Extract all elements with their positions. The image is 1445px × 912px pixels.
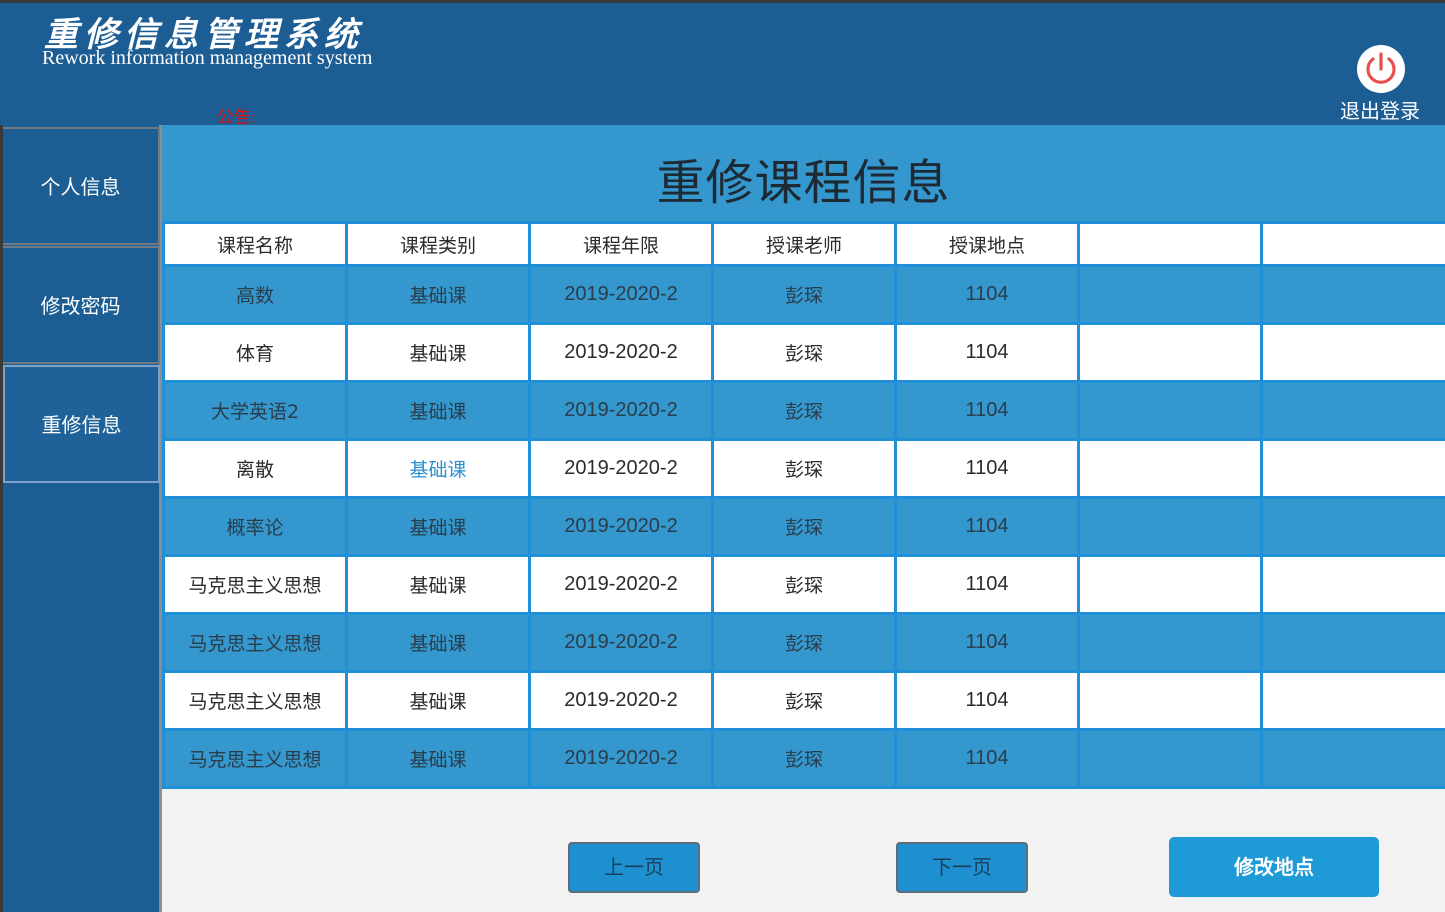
cell-course-term: 2019-2020-2 (528, 380, 714, 441)
table-row[interactable]: 马克思主义思想 基础课 2019-2020-2 彭琛 1104 (162, 554, 1445, 615)
cell-empty (1260, 554, 1445, 615)
cell-course-name: 概率论 (162, 496, 348, 557)
table-row[interactable]: 马克思主义思想 基础课 2019-2020-2 彭琛 1104 (162, 670, 1445, 731)
sidebar-item-personal-info[interactable]: 个人信息 (3, 127, 160, 245)
cell-course-name: 体育 (162, 322, 348, 383)
app-header: 重修信息管理系统 Rework information management s… (0, 0, 1445, 127)
cell-course-type: 基础课 (345, 264, 531, 325)
cell-course-name: 高数 (162, 264, 348, 325)
cell-empty (1077, 380, 1263, 441)
cell-course-name: 离散 (162, 438, 348, 499)
table-row[interactable]: 离散 基础课 2019-2020-2 彭琛 1104 (162, 438, 1445, 499)
cell-teacher: 彭琛 (711, 554, 897, 615)
cell-course-type: 基础课 (345, 554, 531, 615)
cell-empty (1077, 728, 1263, 789)
cell-teacher: 彭琛 (711, 728, 897, 789)
cell-teacher: 彭琛 (711, 496, 897, 557)
cell-empty (1260, 380, 1445, 441)
cell-location: 1104 (894, 322, 1080, 383)
cell-empty (1077, 438, 1263, 499)
cell-location: 1104 (894, 264, 1080, 325)
cell-course-name: 大学英语2 (162, 380, 348, 441)
cell-location: 1104 (894, 728, 1080, 789)
course-table: 课程名称 课程类别 课程年限 授课老师 授课地点 高数 基础课 2019-202… (162, 221, 1445, 789)
sidebar-item-change-password[interactable]: 修改密码 (3, 246, 160, 364)
table-header-row: 课程名称 课程类别 课程年限 授课老师 授课地点 (162, 221, 1445, 267)
cell-course-term: 2019-2020-2 (528, 612, 714, 673)
title-band: 重修课程信息 (162, 125, 1445, 225)
prev-page-button[interactable]: 上一页 (568, 842, 700, 893)
cell-empty (1260, 264, 1445, 325)
column-header-location: 授课地点 (894, 221, 1080, 267)
sidebar-item-rework-info[interactable]: 重修信息 (3, 365, 160, 483)
cell-course-type-link[interactable]: 基础课 (345, 438, 531, 499)
table-row[interactable]: 高数 基础课 2019-2020-2 彭琛 1104 (162, 264, 1445, 325)
logout-button[interactable]: 退出登录 (1330, 45, 1430, 125)
cell-teacher: 彭琛 (711, 438, 897, 499)
cell-empty (1260, 496, 1445, 557)
table-row[interactable]: 马克思主义思想 基础课 2019-2020-2 彭琛 1104 (162, 612, 1445, 673)
cell-teacher: 彭琛 (711, 264, 897, 325)
cell-location: 1104 (894, 438, 1080, 499)
cell-course-name: 马克思主义思想 (162, 612, 348, 673)
cell-teacher: 彭琛 (711, 322, 897, 383)
cell-course-type: 基础课 (345, 670, 531, 731)
cell-course-name: 马克思主义思想 (162, 728, 348, 789)
cell-location: 1104 (894, 612, 1080, 673)
table-row[interactable]: 概率论 基础课 2019-2020-2 彭琛 1104 (162, 496, 1445, 557)
page-title: 重修课程信息 (656, 155, 951, 211)
cell-location: 1104 (894, 380, 1080, 441)
column-header-course-term: 课程年限 (528, 221, 714, 267)
cell-course-name: 马克思主义思想 (162, 554, 348, 615)
cell-empty (1077, 554, 1263, 615)
table-row[interactable]: 体育 基础课 2019-2020-2 彭琛 1104 (162, 322, 1445, 383)
table-row[interactable]: 大学英语2 基础课 2019-2020-2 彭琛 1104 (162, 380, 1445, 441)
cell-empty (1077, 322, 1263, 383)
cell-course-term: 2019-2020-2 (528, 554, 714, 615)
table-row[interactable]: 马克思主义思想 基础课 2019-2020-2 彭琛 1104 (162, 728, 1445, 789)
cell-empty (1260, 438, 1445, 499)
column-header-course-type: 课程类别 (345, 221, 531, 267)
cell-location: 1104 (894, 554, 1080, 615)
column-header-empty (1077, 221, 1263, 267)
cell-empty (1260, 612, 1445, 673)
cell-empty (1077, 670, 1263, 731)
app-title-en: Rework information management system (42, 47, 373, 69)
cell-location: 1104 (894, 496, 1080, 557)
cell-empty (1260, 322, 1445, 383)
cell-course-term: 2019-2020-2 (528, 264, 714, 325)
cell-empty (1077, 612, 1263, 673)
edit-location-button[interactable]: 修改地点 (1169, 837, 1379, 897)
cell-empty (1260, 728, 1445, 789)
cell-course-term: 2019-2020-2 (528, 670, 714, 731)
next-page-button[interactable]: 下一页 (896, 842, 1028, 893)
column-header-empty (1260, 221, 1445, 267)
column-header-course-name: 课程名称 (162, 221, 348, 267)
cell-empty (1260, 670, 1445, 731)
cell-teacher: 彭琛 (711, 380, 897, 441)
logout-label[interactable]: 退出登录 (1330, 95, 1430, 124)
sidebar: 个人信息 修改密码 重修信息 (0, 125, 162, 912)
cell-empty (1077, 264, 1263, 325)
cell-course-term: 2019-2020-2 (528, 728, 714, 789)
cell-course-type: 基础课 (345, 496, 531, 557)
cell-course-type: 基础课 (345, 322, 531, 383)
cell-course-term: 2019-2020-2 (528, 496, 714, 557)
cell-location: 1104 (894, 670, 1080, 731)
column-header-teacher: 授课老师 (711, 221, 897, 267)
cell-empty (1077, 496, 1263, 557)
cell-course-term: 2019-2020-2 (528, 322, 714, 383)
cell-course-type: 基础课 (345, 728, 531, 789)
cell-teacher: 彭琛 (711, 612, 897, 673)
main-content: 重修课程信息 课程名称 课程类别 课程年限 授课老师 授课地点 高数 基础课 2… (162, 125, 1445, 912)
cell-course-type: 基础课 (345, 380, 531, 441)
cell-course-term: 2019-2020-2 (528, 438, 714, 499)
cell-course-name: 马克思主义思想 (162, 670, 348, 731)
cell-course-type: 基础课 (345, 612, 531, 673)
cell-teacher: 彭琛 (711, 670, 897, 731)
power-icon[interactable] (1357, 45, 1405, 93)
